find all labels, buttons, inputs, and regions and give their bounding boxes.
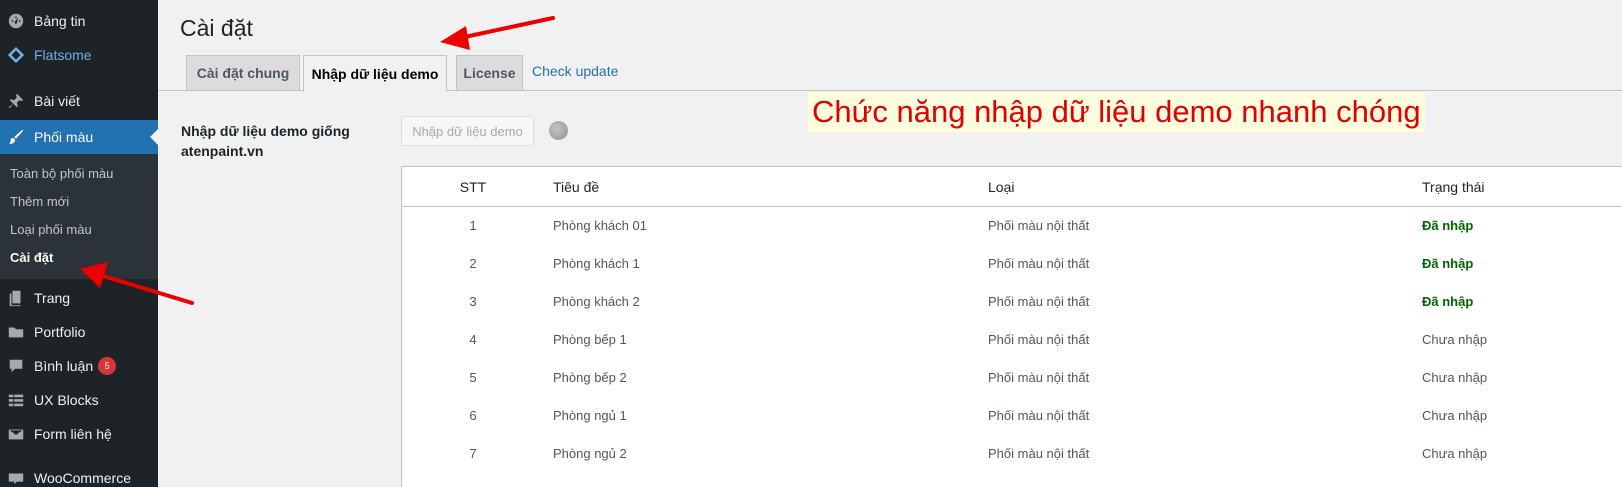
menu-label: Trang	[34, 290, 71, 306]
cell-status: Chưa nhập	[1422, 408, 1488, 423]
tab-license[interactable]: License	[456, 55, 523, 91]
cell-stt: 2	[469, 256, 477, 271]
menu-color-schemes[interactable]: Phối màu	[0, 120, 158, 154]
cell-type: Phối màu nội thất	[988, 256, 1090, 271]
admin-sidebar: Bảng tin Flatsome Bài viết Phối màu Toàn…	[0, 0, 158, 487]
cell-title: Phòng ngủ 2	[553, 446, 627, 461]
cell-status: Đã nhập	[1422, 294, 1474, 309]
page-icon	[6, 288, 26, 308]
cell-stt: 7	[469, 446, 477, 461]
header-stt: STT	[459, 179, 487, 195]
submenu-add-new[interactable]: Thêm mới	[10, 194, 69, 209]
cell-stt: 5	[469, 370, 477, 385]
submenu-settings[interactable]: Cài đặt	[10, 250, 53, 265]
cell-title: Phòng bếp 1	[553, 332, 627, 347]
tab-general-settings[interactable]: Cài đặt chung	[186, 55, 300, 91]
cell-stt: 1	[469, 218, 477, 233]
woo-icon	[6, 468, 26, 487]
cell-title: Phòng bếp 2	[553, 370, 627, 385]
import-field-label: Nhập dữ liệu demo giống atenpaint.vn	[181, 123, 350, 159]
comment-count-badge: 5	[98, 357, 117, 375]
cell-type: Phối màu nội thất	[988, 218, 1090, 233]
mail-icon	[6, 424, 26, 444]
cell-type: Phối màu nội thất	[988, 408, 1090, 423]
menu-woocommerce[interactable]: WooCommerce	[0, 461, 158, 487]
cell-type: Phối màu nội thất	[988, 446, 1090, 461]
cell-type: Phối màu nội thất	[988, 370, 1090, 385]
cell-title: Phòng khách 2	[553, 294, 640, 309]
menu-label: UX Blocks	[34, 392, 99, 408]
menu-label: WooCommerce	[34, 470, 131, 486]
flatsome-icon	[6, 45, 26, 65]
tab-import-demo[interactable]: Nhập dữ liệu demo	[303, 55, 447, 92]
cell-type: Phối màu nội thất	[988, 294, 1090, 309]
cell-type: Phối màu nội thất	[988, 332, 1090, 347]
menu-flatsome[interactable]: Flatsome	[0, 38, 158, 72]
import-demo-button[interactable]: Nhập dữ liệu demo	[401, 116, 534, 146]
menu-label: Portfolio	[34, 324, 86, 340]
menu-label: Bảng tin	[34, 13, 86, 29]
pin-icon	[6, 91, 26, 111]
cell-status: Chưa nhập	[1422, 332, 1488, 347]
blocks-icon	[6, 390, 26, 410]
brush-icon	[6, 127, 26, 147]
cell-status: Đã nhập	[1422, 256, 1474, 271]
header-title: Tiêu đề	[553, 179, 600, 195]
cell-status: Đã nhập	[1422, 218, 1474, 233]
menu-label: Flatsome	[34, 47, 92, 63]
cell-status: Chưa nhập	[1422, 446, 1488, 461]
menu-contact-form[interactable]: Form liên hệ	[0, 417, 158, 451]
table-header: STT Tiêu đề Loại Trạng thái	[402, 167, 1622, 207]
menu-dashboard[interactable]: Bảng tin	[0, 4, 158, 38]
menu-portfolio[interactable]: Portfolio	[0, 315, 158, 349]
menu-label: Bình luận	[34, 358, 94, 374]
cell-title: Phòng ngủ 1	[553, 408, 627, 423]
page-title: Cài đặt	[180, 15, 253, 41]
loading-spinner-icon	[549, 121, 568, 140]
demo-table: STT Tiêu đề Loại Trạng thái 1 Phòng khác…	[401, 166, 1622, 487]
menu-label: Phối màu	[34, 129, 94, 145]
cell-stt: 3	[469, 294, 477, 309]
header-type: Loại	[988, 179, 1015, 195]
cell-stt: 4	[469, 332, 477, 347]
submenu-color-schemes: Toàn bộ phối màu Thêm mới Loại phối màu …	[0, 154, 158, 279]
header-status: Trạng thái	[1422, 179, 1485, 195]
cell-title: Phòng khách 01	[553, 218, 647, 233]
menu-ux-blocks[interactable]: UX Blocks	[0, 383, 158, 417]
menu-posts[interactable]: Bài viết	[0, 84, 158, 118]
check-update-link[interactable]: Check update	[532, 63, 618, 79]
menu-pages[interactable]: Trang	[0, 281, 158, 315]
annotation-text: Chức năng nhập dữ liệu demo nhanh chóng	[808, 92, 1425, 132]
cell-stt: 6	[469, 408, 477, 423]
submenu-categories[interactable]: Loại phối màu	[10, 222, 92, 237]
menu-label: Form liên hệ	[34, 426, 112, 442]
arrow-to-tab	[440, 16, 555, 50]
folder-icon	[6, 322, 26, 342]
menu-label: Bài viết	[34, 93, 80, 109]
comment-icon	[6, 356, 26, 376]
cell-title: Phòng khách 1	[553, 256, 640, 271]
menu-comments[interactable]: Bình luận 5	[0, 349, 158, 383]
submenu-all[interactable]: Toàn bộ phối màu	[10, 166, 113, 181]
cell-status: Chưa nhập	[1422, 370, 1488, 385]
dashboard-icon	[6, 11, 26, 31]
